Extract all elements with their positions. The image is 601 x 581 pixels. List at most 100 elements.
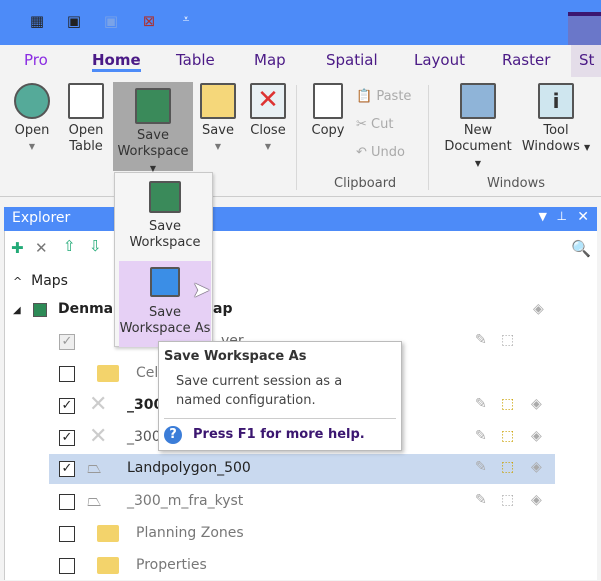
- cut-button: ✂ Cut: [356, 117, 394, 132]
- remove-icon[interactable]: ✕: [35, 239, 48, 257]
- cut-label: Cut: [371, 117, 394, 132]
- folder-icon: [97, 557, 119, 574]
- checkbox[interactable]: [59, 494, 75, 510]
- tab-table[interactable]: Table: [176, 51, 215, 69]
- close-table-icon[interactable]: ⊠: [139, 12, 159, 32]
- dropdown-icon[interactable]: ▼: [539, 210, 547, 223]
- copy-icon: [313, 83, 343, 119]
- open-table-button[interactable]: Open Table: [60, 77, 112, 155]
- open-table-label-2: Table: [69, 139, 103, 154]
- select-icon[interactable]: ⬚: [501, 492, 514, 508]
- layer-row[interactable]: Properties: [5, 551, 555, 581]
- tab-map[interactable]: Map: [254, 51, 286, 69]
- menu-label: Save: [149, 305, 181, 320]
- tool-windows-label-1: Tool: [543, 123, 569, 138]
- open-button[interactable]: Open ▼: [6, 77, 58, 155]
- layer-name: Landpolygon_500: [127, 460, 251, 476]
- open-table-icon[interactable]: ▦: [27, 12, 47, 32]
- edit-icon[interactable]: ✎: [475, 459, 487, 475]
- paste-label: Paste: [376, 89, 412, 104]
- paste-button: 📋 Paste: [356, 89, 412, 104]
- label-icon[interactable]: ◈: [531, 396, 542, 412]
- undo-label: Undo: [371, 145, 405, 160]
- checkbox[interactable]: ✓: [59, 461, 75, 477]
- line-layer-icon: ✕: [89, 424, 108, 449]
- tool-windows-button[interactable]: i Tool Windows ▼: [520, 77, 592, 156]
- checkbox[interactable]: ✓: [59, 430, 75, 446]
- new-document-button[interactable]: New Document ▼: [440, 77, 516, 172]
- layer-row[interactable]: ⏢ _300_m_fra_kyst ✎ ⬚ ◈: [5, 487, 555, 517]
- group-windows: Windows: [487, 176, 546, 191]
- close-x-icon: ✕: [250, 83, 286, 119]
- layer-name: Cel: [136, 365, 159, 381]
- checkbox[interactable]: ✓: [59, 398, 75, 414]
- checkbox[interactable]: ✓: [59, 334, 75, 350]
- divider: [296, 85, 297, 190]
- customize-quick-access-icon[interactable]: ⩡: [176, 12, 196, 32]
- layer-name: Planning Zones: [136, 525, 244, 541]
- table-icon: [68, 83, 104, 119]
- open-label: Open: [14, 123, 50, 138]
- save-label: Save: [202, 123, 234, 138]
- close-label: Close: [250, 123, 286, 138]
- move-down-icon[interactable]: ⇩: [89, 237, 102, 255]
- polygon-layer-icon: ⏢: [87, 457, 102, 478]
- close-icon[interactable]: ✕: [577, 209, 589, 225]
- group-clipboard: Clipboard: [334, 176, 397, 191]
- edit-icon[interactable]: ✎: [475, 332, 487, 348]
- tooltip-help: Press F1 for more help.: [193, 427, 365, 442]
- label-icon[interactable]: ◈: [531, 428, 542, 444]
- label-icon[interactable]: ◈: [531, 459, 542, 475]
- divider: [164, 418, 396, 419]
- tab-st[interactable]: St: [571, 45, 601, 77]
- label-icon[interactable]: ◈: [533, 301, 544, 317]
- new-document-label-1: New: [463, 123, 493, 138]
- mouse-cursor-icon: ➤: [192, 278, 211, 303]
- save-workspace-icon[interactable]: ▣: [64, 12, 84, 32]
- move-up-icon[interactable]: ⇧: [63, 237, 76, 255]
- window-corner: [568, 12, 601, 45]
- layer-name: _300_m_fra_kyst: [127, 493, 244, 509]
- select-icon[interactable]: ⬚: [501, 428, 514, 444]
- select-icon[interactable]: ⬚: [501, 332, 514, 348]
- layer-row[interactable]: Planning Zones: [5, 519, 555, 549]
- close-button[interactable]: ✕ Close ▼: [244, 77, 292, 155]
- globe-icon: [14, 83, 50, 119]
- select-icon[interactable]: ⬚: [501, 396, 514, 412]
- edit-icon[interactable]: ✎: [475, 396, 487, 412]
- edit-icon[interactable]: ✎: [475, 492, 487, 508]
- checkbox[interactable]: [59, 526, 75, 542]
- search-icon[interactable]: 🔍: [571, 239, 591, 258]
- tab-spatial[interactable]: Spatial: [326, 51, 378, 69]
- tab-home[interactable]: Home: [92, 51, 141, 72]
- tab-layout[interactable]: Layout: [414, 51, 465, 69]
- save-icon: ▣: [103, 12, 119, 30]
- layer-name: _300: [127, 429, 161, 445]
- maps-section[interactable]: ^ Maps: [13, 273, 68, 289]
- checkbox[interactable]: [59, 558, 75, 574]
- folder-icon: [97, 365, 119, 382]
- divider: [428, 85, 429, 190]
- copy-button[interactable]: Copy: [304, 77, 352, 139]
- save-button[interactable]: Save ▼: [196, 77, 240, 155]
- tab-pro[interactable]: Pro: [24, 51, 48, 69]
- layer-row-selected[interactable]: ✓ ⏢ Landpolygon_500 ✎ ⬚ ◈: [49, 454, 555, 484]
- pin-icon[interactable]: ⊥: [557, 209, 567, 223]
- layer-name: Properties: [136, 557, 207, 573]
- label-icon[interactable]: ◈: [531, 492, 542, 508]
- tab-raster[interactable]: Raster: [502, 51, 550, 69]
- title-bar: ▦ ▣ ▣ ⊠ ⩡: [0, 0, 601, 45]
- workspace-icon: [135, 88, 171, 124]
- save-workspace-button[interactable]: Save Workspace ▼: [113, 82, 193, 173]
- help-icon: ?: [164, 426, 182, 444]
- checkbox[interactable]: [59, 366, 75, 382]
- menu-item-save-workspace[interactable]: Save Workspace: [119, 177, 211, 259]
- menu-item-save-workspace-as[interactable]: Save Workspace As: [119, 261, 211, 347]
- polygon-layer-icon: ⏢: [87, 490, 102, 511]
- add-icon[interactable]: ✚: [11, 239, 24, 257]
- open-table-label-1: Open: [68, 123, 104, 138]
- map-item[interactable]: ◢ Denmar ap ◈: [13, 301, 573, 321]
- select-icon[interactable]: ⬚: [501, 459, 514, 475]
- edit-icon[interactable]: ✎: [475, 428, 487, 444]
- ribbon: Open ▼ Open Table Save Workspace ▼ Save ▼ ✕ C…: [0, 77, 601, 197]
